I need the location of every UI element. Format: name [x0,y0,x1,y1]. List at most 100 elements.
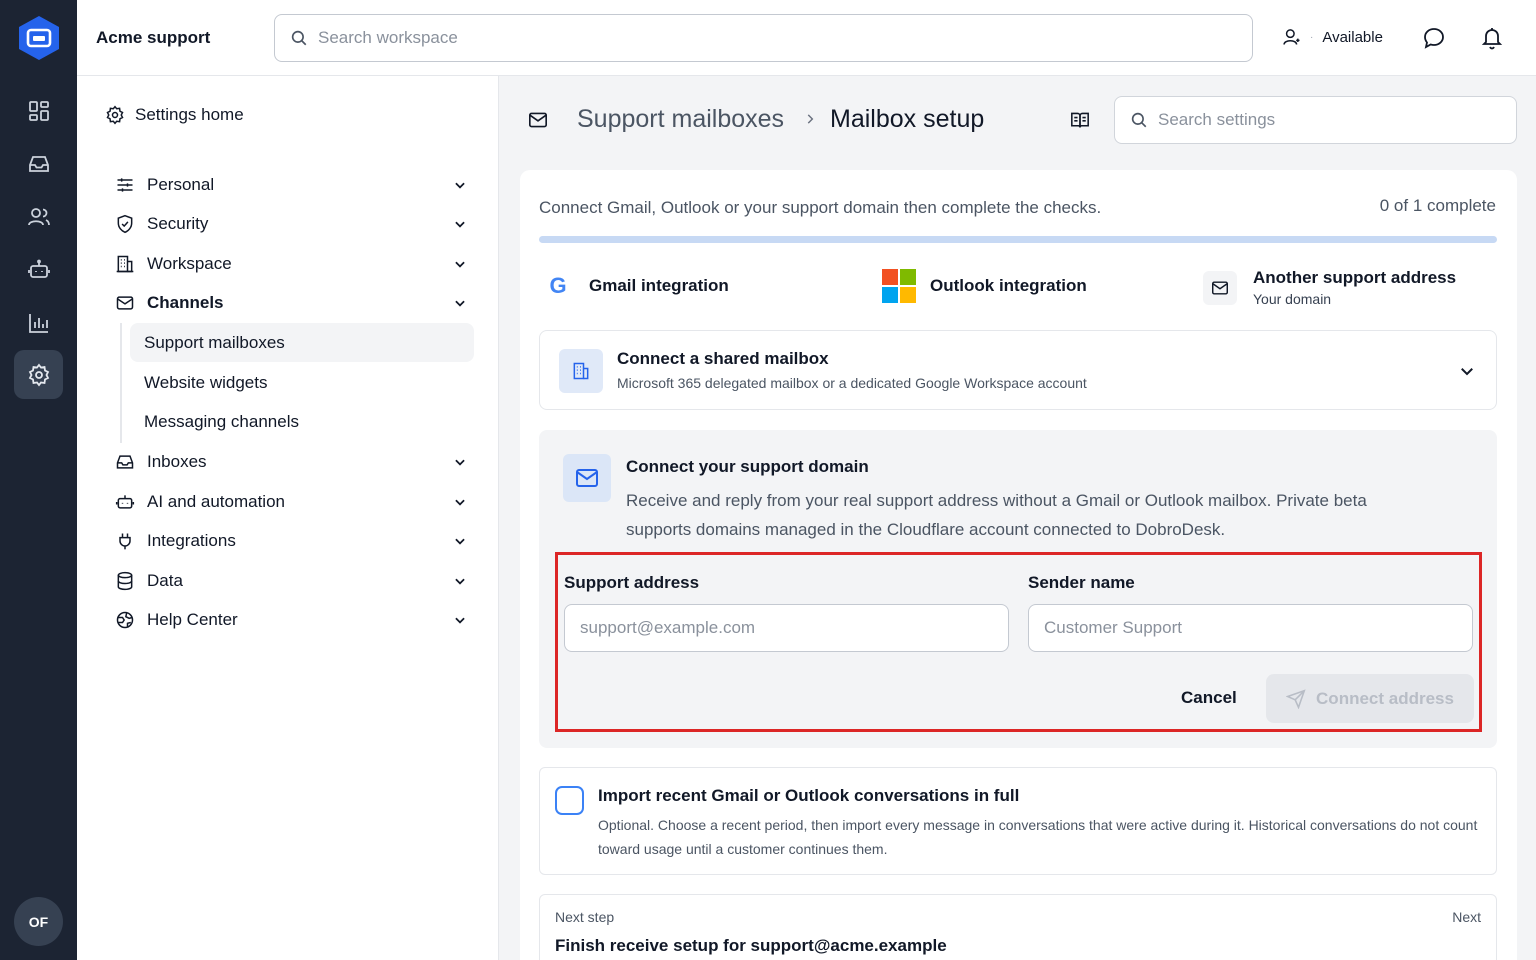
sidebar-item-label: Personal [147,175,215,194]
connect-address-button[interactable]: Connect address [1266,674,1474,723]
mail-icon [115,293,135,313]
chevron-down-icon[interactable] [453,257,467,271]
import-checkbox[interactable] [555,786,584,815]
mail-icon [1203,270,1237,305]
inbox-icon[interactable] [14,139,63,188]
workspace-search-placeholder: Search workspace [318,28,458,47]
settings-home-link[interactable]: Settings home [105,105,244,125]
connect-address-label: Connect address [1316,688,1454,708]
chevron-down-icon[interactable] [453,534,467,548]
another-address-sub: Your domain [1253,291,1332,307]
page-title: Mailbox setup [830,105,985,133]
settings-search[interactable]: Search settings [1114,96,1517,144]
sidebar-item-security[interactable]: Security [115,210,467,238]
settings-sidebar: Settings home Personal Security Workspac… [77,76,499,960]
next-step-title: Finish receive setup for support@acme.ex… [555,936,947,955]
sender-name-label: Sender name [1028,573,1135,592]
sidebar-item-workspace[interactable]: Workspace [115,250,467,278]
outlook-integration-option[interactable]: Outlook integration [882,269,1087,303]
sidebar-item-label: Security [147,214,209,233]
sidebar-subitem-support-mailboxes[interactable]: Support mailboxes [130,323,474,362]
settings-home-label: Settings home [135,105,244,124]
search-icon [1130,111,1148,129]
breadcrumb-parent[interactable]: Support mailboxes [577,105,784,134]
cancel-button[interactable]: Cancel [1181,688,1237,708]
settings-search-placeholder: Search settings [1158,110,1276,129]
google-g-icon: G [549,273,567,298]
dashboard-icon[interactable] [14,86,63,135]
import-conversations-option: Import recent Gmail or Outlook conversat… [539,767,1497,875]
search-icon [290,29,308,47]
reports-icon[interactable] [14,298,63,347]
shared-mailbox-title: Connect a shared mailbox [617,349,829,368]
support-address-input[interactable] [564,604,1009,652]
progress-label: 0 of 1 complete [1379,196,1496,215]
support-domain-title: Connect your support domain [626,457,869,476]
bot-icon [115,492,135,512]
sidebar-item-inboxes[interactable]: Inboxes [115,448,467,476]
import-desc: Optional. Choose a recent period, then i… [598,817,1478,857]
gmail-integration-label: Gmail integration [589,276,729,295]
contacts-icon[interactable] [14,192,63,241]
sidebar-item-label: Data [147,571,183,590]
another-address-label: Another support address [1253,268,1457,287]
app-logo-icon[interactable] [16,14,62,62]
progress-bar [539,236,1497,243]
docs-book-icon[interactable] [1070,111,1090,129]
microsoft-logo-icon [882,269,916,303]
next-step-link[interactable]: Next [1452,909,1481,925]
chevron-down-icon[interactable] [453,178,467,192]
gear-icon [105,105,125,125]
sidebar-item-ai-automation[interactable]: AI and automation [115,488,467,516]
user-avatar[interactable]: OF [14,897,63,946]
mail-icon [563,454,611,502]
chevron-down-icon[interactable] [1458,362,1476,380]
status-label: Available [1322,28,1383,46]
support-domain-form: Support address Sender name Cancel Conne… [555,552,1482,732]
sender-name-input[interactable] [1028,604,1473,652]
availability-status[interactable]: · Available [1282,27,1383,47]
plug-icon [115,531,135,551]
sidebar-item-integrations[interactable]: Integrations [115,527,467,555]
inbox-icon [115,452,135,472]
chevron-down-icon[interactable] [453,296,467,310]
sidebar-subitem-website-widgets[interactable]: Website widgets [130,363,474,402]
chevron-down-icon[interactable] [453,455,467,469]
app-rail: OF [0,0,77,960]
shared-mailbox-row[interactable]: Connect a shared mailbox Microsoft 365 d… [539,330,1497,410]
sidebar-item-help-center[interactable]: Help Center [115,606,467,634]
settings-icon[interactable] [14,350,63,399]
sliders-icon [115,175,135,195]
gmail-integration-option[interactable]: G Gmail integration [541,273,729,299]
notifications-bell-icon[interactable] [1480,25,1504,51]
support-domain-desc: Receive and reply from your real support… [626,491,1367,539]
sidebar-item-label: Inboxes [147,452,207,471]
send-icon [1286,688,1306,709]
next-step-label: Next step [555,909,615,925]
chevron-down-icon[interactable] [453,574,467,588]
another-address-option[interactable]: Another support address Your domain [1203,268,1456,307]
sidebar-item-data[interactable]: Data [115,567,467,595]
sidebar-item-channels[interactable]: Channels [115,289,467,317]
chevron-down-icon[interactable] [453,217,467,231]
sidebar-subitem-messaging-channels[interactable]: Messaging channels [130,402,474,441]
chevron-down-icon[interactable] [453,495,467,509]
sidebar-item-label: Workspace [147,254,232,273]
app-title: Acme support [96,28,211,47]
workspace-search[interactable]: Search workspace [274,14,1253,62]
status-separator: · [1310,31,1314,43]
submenu-guide-line [120,323,122,443]
chevron-down-icon[interactable] [453,613,467,627]
mail-icon [528,111,548,129]
sidebar-item-label: Help Center [147,610,238,629]
globe-icon [115,610,135,630]
support-domain-panel: Connect your support domain Receive and … [539,430,1497,748]
sidebar-item-label: Integrations [147,531,236,550]
main-content: Support mailboxes Mailbox setup Search s… [499,76,1536,960]
support-address-label: Support address [564,573,700,592]
chat-icon[interactable] [1422,26,1446,50]
next-step-card[interactable]: Next step Next Finish receive setup for … [539,894,1497,960]
sidebar-item-personal[interactable]: Personal [115,171,467,199]
shared-mailbox-desc: Microsoft 365 delegated mailbox or a ded… [617,375,1087,391]
bot-icon[interactable] [14,245,63,294]
